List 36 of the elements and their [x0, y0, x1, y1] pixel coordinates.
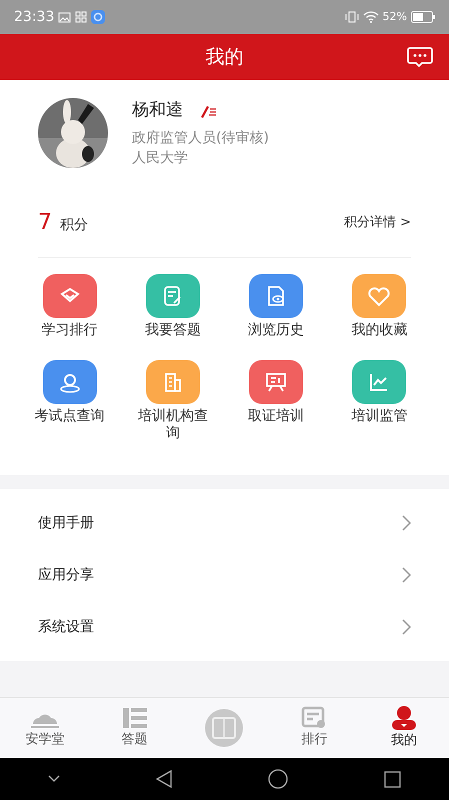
- tab-item[interactable]: 安学堂: [0, 698, 90, 758]
- points-value: 7: [38, 209, 52, 238]
- user-school: 人民大学: [132, 148, 189, 168]
- points-details-link[interactable]: 积分详情 >: [344, 212, 411, 232]
- user-name: 杨和逵: [132, 99, 183, 122]
- home-icon[interactable]: [268, 769, 288, 789]
- tab-item[interactable]: 排行: [269, 698, 360, 758]
- vibrate-icon: [344, 11, 359, 23]
- feature-button[interactable]: 学习排行: [18, 274, 122, 340]
- feature-button[interactable]: 培训监管: [328, 360, 431, 443]
- battery-icon: [411, 11, 435, 23]
- clock-time: 23:33: [14, 8, 54, 26]
- chevron-icon: [402, 515, 411, 531]
- feature-button[interactable]: 浏览历史: [224, 274, 328, 340]
- tab-item[interactable]: 我的: [359, 698, 449, 758]
- app-icon: [91, 10, 106, 24]
- battery-level: 52%: [382, 8, 407, 25]
- chevron-icon: [402, 567, 411, 583]
- feature-button[interactable]: 培训机构查询: [121, 360, 224, 443]
- wifi-icon: [362, 11, 379, 23]
- collapse-icon[interactable]: [48, 775, 60, 783]
- image-icon: [58, 12, 72, 22]
- edit-icon[interactable]: [199, 104, 217, 118]
- chevron-icon: [402, 619, 411, 635]
- message-icon[interactable]: [407, 46, 433, 68]
- feature-button[interactable]: 我要答题: [121, 274, 224, 340]
- feature-button[interactable]: 我的收藏: [328, 274, 431, 340]
- tab-item[interactable]: 答题: [90, 698, 180, 758]
- page-title: 我的: [206, 44, 244, 70]
- points-label: 积分: [60, 216, 88, 236]
- back-icon[interactable]: [156, 770, 172, 788]
- feature-button[interactable]: 考试点查询: [18, 360, 122, 443]
- recents-icon[interactable]: [384, 770, 401, 788]
- grid-icon: [75, 11, 88, 23]
- feature-button[interactable]: 取证培训: [224, 360, 328, 443]
- user-role: 政府监管人员(待审核): [132, 128, 269, 148]
